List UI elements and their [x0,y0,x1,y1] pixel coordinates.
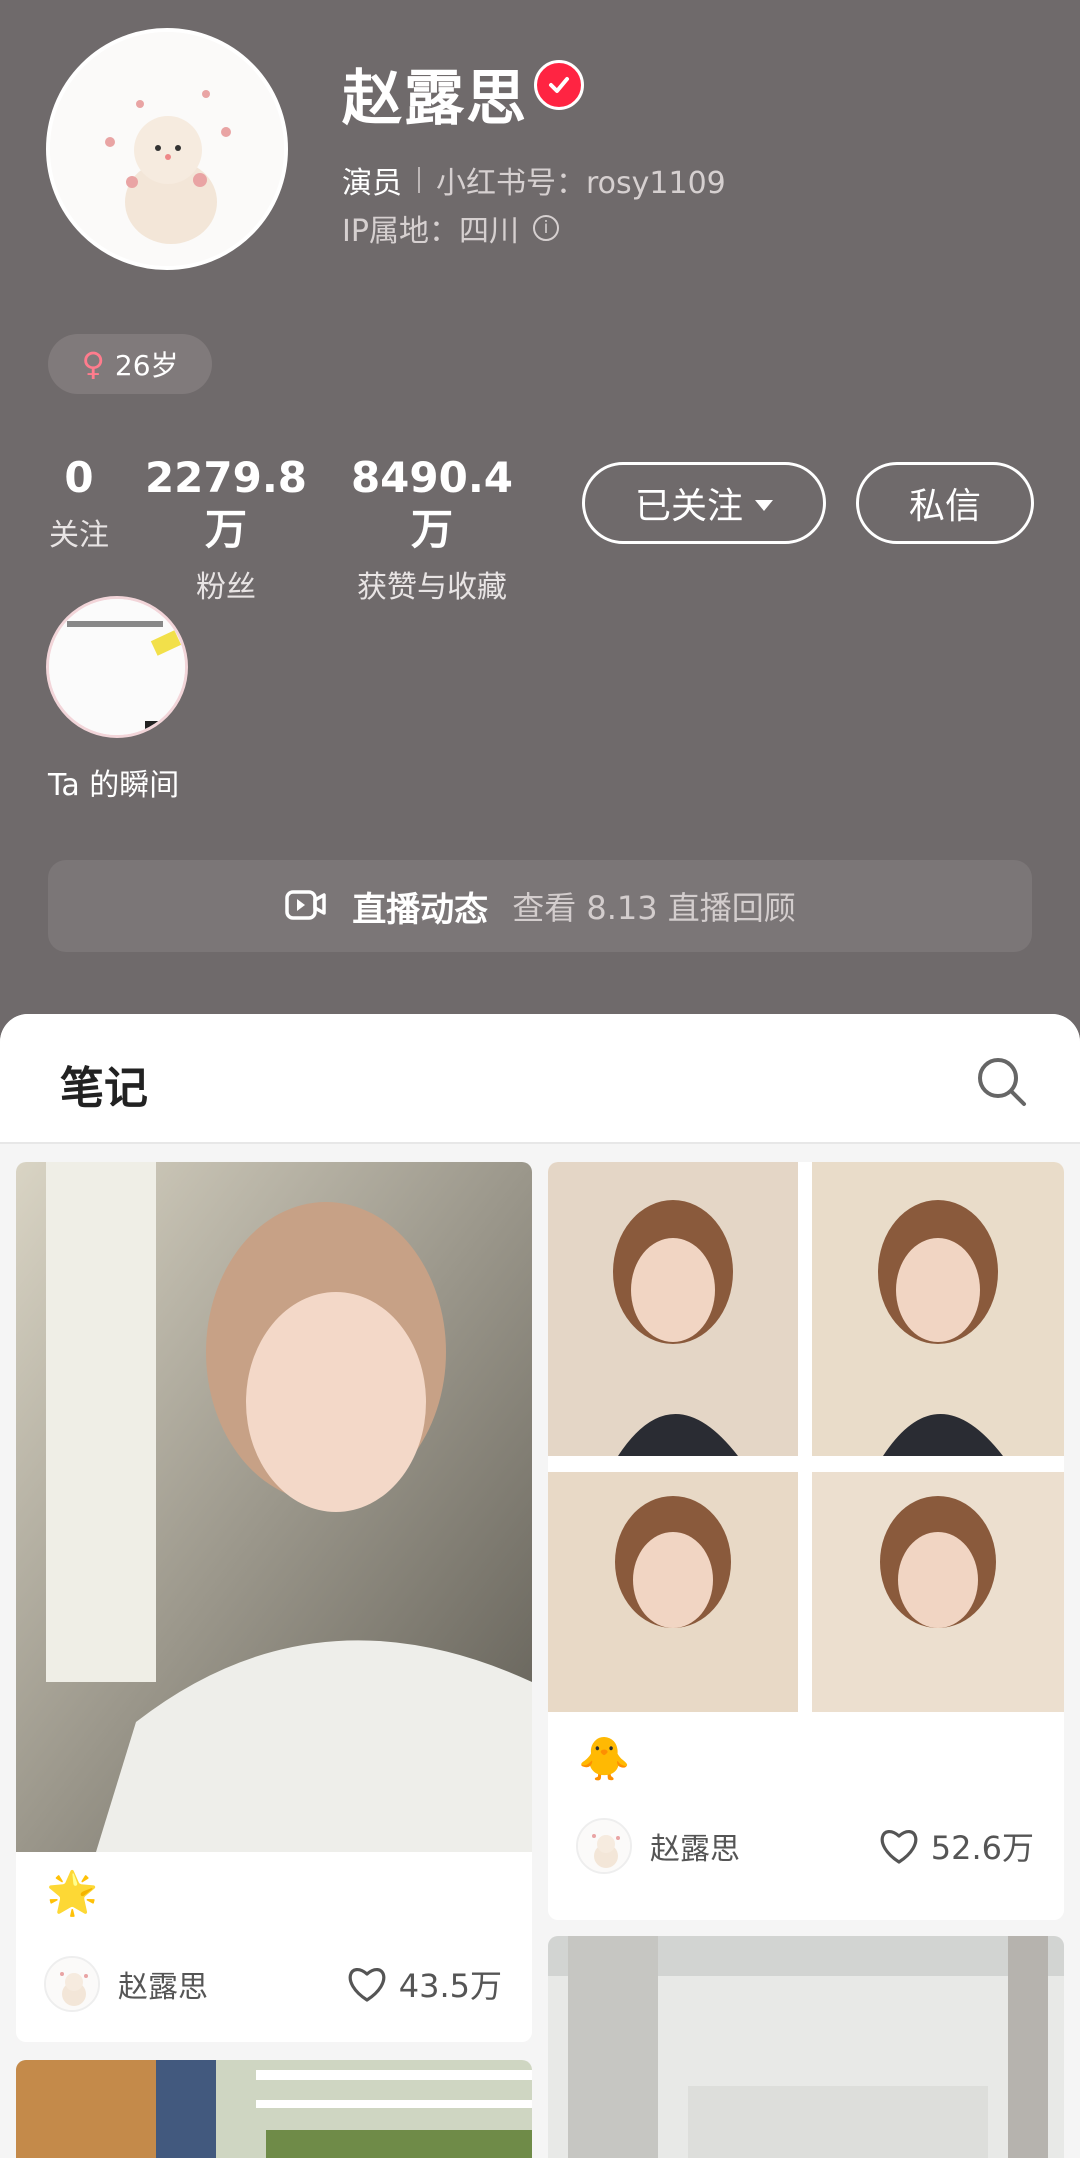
stat-following-num: 0 [64,453,94,502]
heart-icon [880,1830,918,1864]
author-avatar[interactable] [576,1818,632,1874]
note-card[interactable]: 🐥 赵露思 52.6万 [548,1162,1064,1920]
stat-following[interactable]: 0 关注 [46,452,112,554]
note-footer: 赵露思 43.5万 [44,1954,502,2014]
followed-button[interactable]: 已关注 [582,462,826,544]
note-photo [16,2060,532,2158]
profile-role: 演员 [342,166,402,201]
profile-avatar[interactable] [46,28,288,270]
search-icon[interactable] [974,1054,1030,1110]
age-tag: ♀ 26岁 [48,334,212,394]
ip-label: IP属地：四川 [342,214,519,249]
stat-likes[interactable]: 8490.4万 获赞与收藏 [340,452,524,606]
notes-sheet: 笔记 🌟 赵露思 43.5万 🐥 赵露思 52.6万 [0,1014,1080,2158]
note-emoji: 🐥 [578,1734,631,1783]
live-subtitle: 查看 8.13 直播回顾 [512,889,796,927]
like-count: 52.6万 [930,1829,1034,1867]
stat-likes-label: 获赞与收藏 [357,570,507,605]
message-button[interactable]: 私信 [856,462,1034,544]
followed-label: 已关注 [634,486,743,527]
note-emoji: 🌟 [46,1868,99,1917]
stat-fans-num: 2279.8万 [144,453,308,554]
author-avatar[interactable] [44,1956,100,2012]
stat-fans-label: 粉丝 [196,570,256,605]
moment-label[interactable]: Ta 的瞬间 [48,760,179,804]
note-photo [548,1936,1064,2158]
chevron-down-icon [755,499,773,511]
like-button[interactable]: 43.5万 [345,1961,502,2007]
message-label: 私信 [908,486,981,527]
ip-location: IP属地：四川 i [342,206,559,250]
notes-header: 笔记 [0,1014,1080,1144]
note-card[interactable] [16,2060,532,2158]
verified-icon [534,60,584,110]
profile-meta: 演员 小红书号：rosy1109 [342,158,726,202]
live-camera-icon [284,886,328,926]
note-photo [548,1162,1064,1712]
note-footer: 赵露思 52.6万 [576,1816,1034,1876]
like-count: 43.5万 [398,1967,502,2005]
stat-following-label: 关注 [49,518,109,553]
live-title: 直播动态 [352,889,489,930]
stat-likes-num: 8490.4万 [350,453,514,554]
divider [418,167,420,193]
moment-thumbnail[interactable] [46,596,188,738]
stat-fans[interactable]: 2279.8万 粉丝 [140,452,312,606]
author-name[interactable]: 赵露思 [650,1824,877,1868]
author-name[interactable]: 赵露思 [118,1962,345,2006]
like-button[interactable]: 52.6万 [877,1823,1034,1869]
info-icon[interactable]: i [532,215,559,241]
live-replay-bar[interactable]: 直播动态 查看 8.13 直播回顾 [48,860,1032,952]
female-icon: ♀ [81,345,105,383]
notes-tab[interactable]: 笔记 [60,1052,148,1116]
age-label: 26岁 [114,349,179,382]
profile-name: 赵露思 [342,64,528,134]
profile-id[interactable]: 小红书号：rosy1109 [436,158,726,202]
note-card[interactable] [548,1936,1064,2158]
heart-icon [348,1968,386,2002]
note-card[interactable]: 🌟 赵露思 43.5万 [16,1162,532,2042]
note-photo [16,1162,532,1852]
